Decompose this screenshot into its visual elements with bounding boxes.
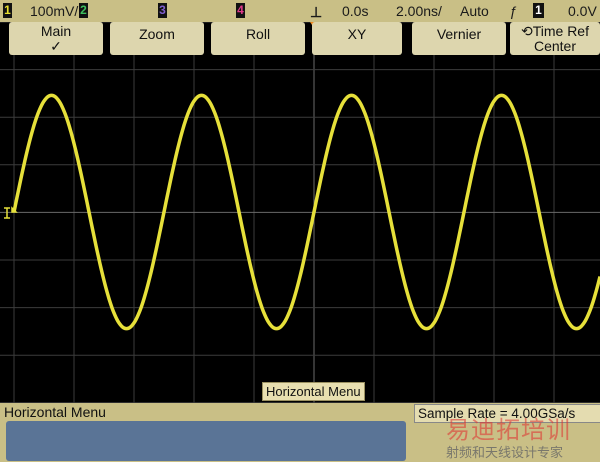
trigger-position-icon: ⊥ [310,4,323,20]
softkey-group [6,421,406,461]
softkey-label: ⟲Time Ref [510,24,600,39]
channel-4-indicator[interactable]: 4 [236,3,245,18]
softkey-label: Vernier [436,26,482,42]
channel-2-indicator[interactable]: 2 [79,3,88,18]
time-ref-value: Center [533,38,577,54]
status-bar: 1 100mV/ 2 3 4 ⊥ 0.0s 2.00ns/ Auto ƒ 1 0… [0,0,600,22]
trigger-source[interactable]: 1 [533,3,544,18]
softkey-label: XY [347,26,367,42]
softkey-label: Zoom [139,26,175,42]
trigger-level[interactable]: 0.0V [568,2,597,20]
channel-1-indicator[interactable]: 1 [3,3,12,18]
softkey-zoom[interactable]: Zoom [110,22,204,55]
trigger-mode[interactable]: Auto [460,2,489,20]
softkey-roll[interactable]: Roll [211,22,305,55]
time-ref-label: Time Ref [532,23,589,39]
softkey-xy[interactable]: XY [312,22,402,55]
watermark-text: 射频和天线设计专家 [446,445,564,460]
rotate-knob-icon: ⟲ [520,23,533,39]
softkey-label: Main [40,23,72,39]
rising-edge-icon: ƒ [509,3,517,19]
watermark-logo: 易迪拓培训 [446,417,571,444]
softkey-main[interactable]: Main ✓ [9,22,103,55]
delay-value[interactable]: 0.0s [342,2,368,20]
ch1-scale[interactable]: 100mV/ [30,2,78,20]
softkey-label: Roll [245,26,271,42]
screen-menu-label: Horizontal Menu [262,382,365,401]
timebase-value[interactable]: 2.00ns/ [396,2,442,20]
menu-title: Horizontal Menu [4,404,106,420]
channel-3-indicator[interactable]: 3 [158,3,167,18]
softkey-vernier[interactable]: Vernier [412,22,506,55]
checkmark-icon: ✓ [50,38,62,54]
waveform-display [0,22,600,403]
softkey-time-ref[interactable]: ⟲Time Ref Center [510,22,600,55]
